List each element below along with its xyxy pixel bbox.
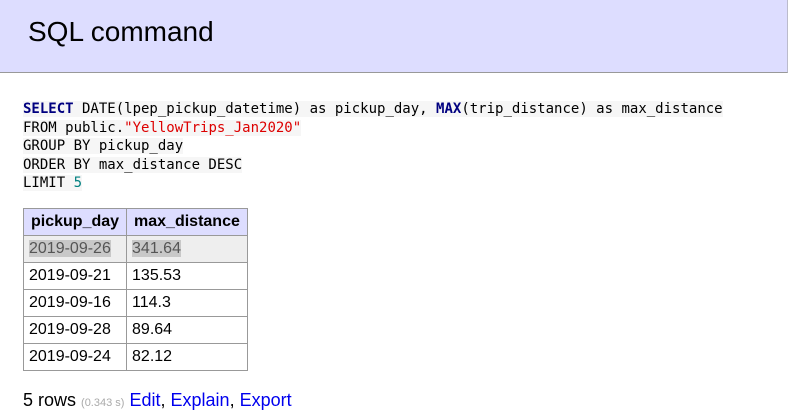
table-row: 2019-09-24 82.12	[22, 343, 248, 371]
sql-line-from: FROM public."YellowTrips_Jan2020"	[23, 119, 723, 138]
results-footer: 5 rows (0.343 s) Edit, Explain, Export	[23, 390, 292, 411]
page-title: SQL command	[28, 16, 214, 47]
sql-text: GROUP BY pickup_day	[23, 138, 184, 154]
table-cell-max-distance[interactable]: 114.3	[126, 289, 248, 317]
table-cell-pickup-day[interactable]: 2019-09-24	[22, 343, 128, 371]
sql-line-order-by: ORDER BY max_distance DESC	[23, 156, 723, 175]
sql-number-limit: 5	[73, 175, 83, 191]
edit-link[interactable]: Edit	[129, 390, 160, 410]
explain-link[interactable]: Explain	[171, 390, 230, 410]
link-separator: ,	[160, 390, 166, 410]
table-cell-max-distance[interactable]: 341.64	[126, 235, 248, 263]
table-cell-max-distance[interactable]: 89.64	[126, 316, 248, 344]
table-row: 2019-09-28 89.64	[22, 316, 248, 344]
sql-keyword-max: MAX	[436, 101, 462, 117]
sql-text: (trip_distance) as max_distance	[461, 101, 723, 117]
table-row: 2019-09-21 135.53	[22, 262, 248, 290]
sql-text: ORDER BY max_distance DESC	[23, 156, 243, 173]
table-cell-pickup-day[interactable]: 2019-09-28	[22, 316, 128, 344]
sql-line-select: SELECT DATE(lpep_pickup_datetime) as pic…	[23, 100, 723, 119]
column-header-pickup-day[interactable]: pickup_day	[22, 208, 128, 236]
row-count: 5 rows	[23, 390, 77, 410]
table-cell-max-distance[interactable]: 82.12	[126, 343, 248, 371]
sql-text: DATE(lpep_pickup_datetime) as pickup_day…	[73, 101, 437, 117]
page-header: SQL command	[0, 0, 788, 73]
table-cell-max-distance[interactable]: 135.53	[126, 262, 248, 290]
link-separator: ,	[229, 390, 235, 410]
sql-keyword-select: SELECT	[23, 101, 74, 117]
table-row: 2019-09-26 341.64	[22, 235, 248, 263]
query-timing: (0.343 s)	[81, 397, 125, 409]
column-header-max-distance[interactable]: max_distance	[126, 208, 248, 236]
sql-string-table: "YellowTrips_Jan2020"	[124, 119, 302, 136]
sql-text: FROM public.	[23, 119, 125, 136]
sql-line-limit: LIMIT 5	[23, 174, 723, 193]
export-link[interactable]: Export	[240, 390, 292, 410]
sql-query: SELECT DATE(lpep_pickup_datetime) as pic…	[23, 100, 723, 193]
table-row: 2019-09-16 114.3	[22, 289, 248, 317]
table-cell-pickup-day[interactable]: 2019-09-26	[22, 235, 128, 263]
sql-text: LIMIT	[23, 175, 74, 191]
sql-line-group-by: GROUP BY pickup_day	[23, 137, 723, 156]
table-cell-pickup-day[interactable]: 2019-09-16	[22, 289, 128, 317]
results-table: pickup_day max_distance 2019-09-26 341.6…	[22, 208, 248, 371]
table-header-row: pickup_day max_distance	[22, 208, 248, 236]
table-cell-pickup-day[interactable]: 2019-09-21	[22, 262, 128, 290]
